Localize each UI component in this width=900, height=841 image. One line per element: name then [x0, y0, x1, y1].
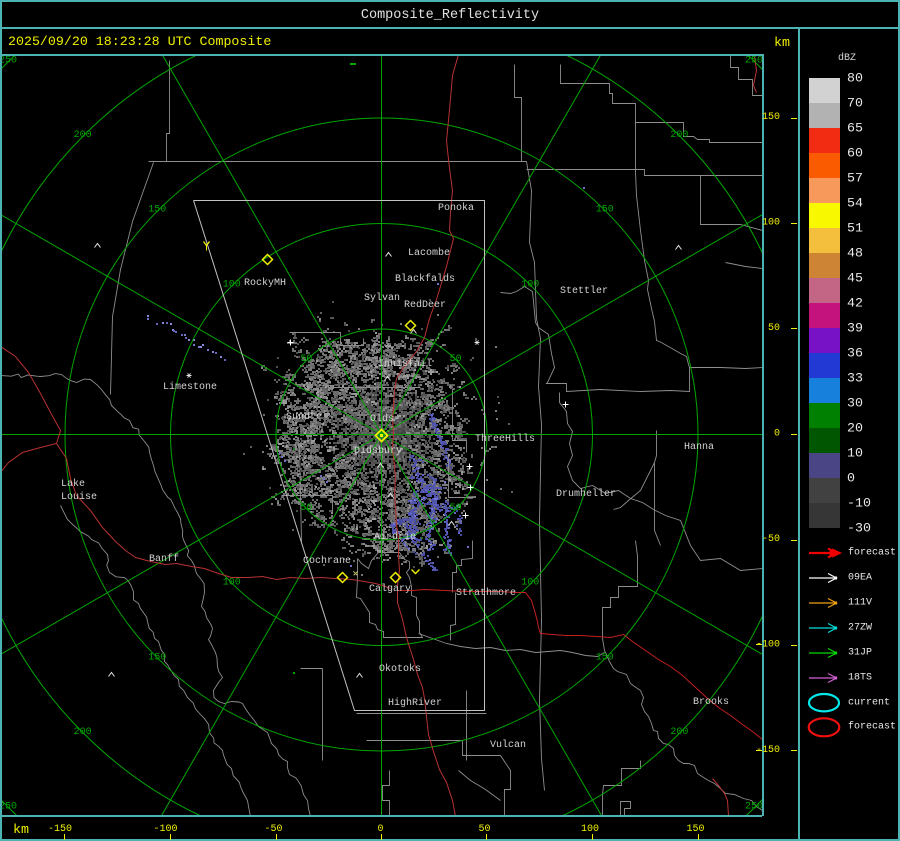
svg-text:54: 54 — [847, 196, 863, 211]
svg-text:100: 100 — [581, 824, 599, 835]
svg-text:km: km — [774, 35, 790, 50]
svg-text:-100: -100 — [756, 640, 780, 651]
svg-text:Olds: Olds — [370, 413, 394, 425]
svg-text:45: 45 — [847, 271, 863, 286]
svg-text:18TS: 18TS — [848, 673, 872, 684]
svg-text:150: 150 — [148, 205, 166, 216]
svg-text:Calgary: Calgary — [369, 583, 411, 595]
svg-text:Blackfalds: Blackfalds — [395, 273, 455, 285]
svg-text:2025/09/20 18:23:28 UTC Compos: 2025/09/20 18:23:28 UTC Composite — [8, 34, 271, 49]
svg-text:111V: 111V — [848, 598, 872, 609]
svg-text:51: 51 — [847, 221, 863, 236]
svg-text:250: 250 — [0, 56, 17, 67]
svg-text:31JP: 31JP — [848, 648, 872, 659]
svg-text:42: 42 — [847, 296, 863, 311]
svg-text:150: 150 — [596, 205, 614, 216]
svg-text:200: 200 — [74, 727, 92, 738]
svg-text:Airdrie: Airdrie — [374, 531, 416, 543]
svg-text:30: 30 — [847, 396, 863, 411]
svg-text:80: 80 — [847, 71, 863, 86]
svg-text:-50: -50 — [264, 824, 282, 835]
svg-text:Innisfail: Innisfail — [378, 358, 432, 370]
svg-text:150: 150 — [762, 112, 780, 123]
svg-text:Lacombe: Lacombe — [408, 247, 450, 259]
svg-text:Cochrane: Cochrane — [303, 555, 351, 567]
svg-text:Sylvan: Sylvan — [364, 292, 400, 304]
svg-text:-150: -150 — [48, 824, 72, 835]
svg-text:10: 10 — [847, 446, 863, 461]
svg-text:50: 50 — [478, 824, 490, 835]
svg-text:150: 150 — [686, 824, 704, 835]
svg-text:Didsbury: Didsbury — [354, 445, 402, 457]
svg-text:50: 50 — [300, 503, 312, 514]
svg-text:150: 150 — [148, 652, 166, 663]
svg-text:-100: -100 — [153, 824, 177, 835]
svg-text:Sundre: Sundre — [286, 411, 322, 423]
svg-text:250: 250 — [745, 801, 763, 812]
svg-text:100: 100 — [521, 279, 539, 290]
svg-text:Limestone: Limestone — [163, 381, 217, 393]
svg-text:150: 150 — [596, 652, 614, 663]
svg-text:Stettler: Stettler — [560, 285, 608, 297]
svg-text:39: 39 — [847, 321, 863, 336]
svg-text:-30: -30 — [847, 521, 871, 536]
svg-text:dBZ: dBZ — [838, 52, 856, 64]
svg-text:50: 50 — [450, 354, 462, 365]
svg-text:HighRiver: HighRiver — [388, 697, 442, 709]
svg-text:100: 100 — [223, 578, 241, 589]
svg-text:100: 100 — [223, 279, 241, 290]
svg-text:km: km — [13, 822, 29, 837]
svg-text:0: 0 — [847, 471, 855, 486]
svg-text:RedDeer: RedDeer — [404, 299, 446, 311]
svg-text:RockyMH: RockyMH — [244, 277, 286, 289]
svg-text:48: 48 — [847, 246, 863, 261]
svg-text:Louise: Louise — [61, 491, 97, 503]
svg-text:Vulcan: Vulcan — [490, 739, 526, 751]
svg-text:50: 50 — [768, 323, 780, 334]
svg-text:Composite_Reflectivity: Composite_Reflectivity — [361, 8, 539, 23]
svg-text:current: current — [848, 698, 890, 709]
svg-text:Drumheller: Drumheller — [556, 488, 616, 500]
svg-text:100: 100 — [521, 578, 539, 589]
svg-text:-50: -50 — [762, 534, 780, 545]
svg-text:Okotoks: Okotoks — [379, 663, 421, 675]
svg-text:250: 250 — [745, 56, 763, 67]
svg-text:Strathmore: Strathmore — [456, 587, 516, 599]
svg-text:100: 100 — [762, 218, 780, 229]
svg-text:Ponoka: Ponoka — [438, 202, 474, 214]
svg-text:-150: -150 — [756, 745, 780, 756]
svg-text:33: 33 — [847, 371, 863, 386]
svg-text:65: 65 — [847, 121, 863, 136]
svg-text:250: 250 — [0, 801, 17, 812]
svg-text:200: 200 — [74, 130, 92, 141]
svg-text:forecast: forecast — [848, 547, 896, 559]
svg-text:50: 50 — [450, 503, 462, 514]
svg-text:27ZW: 27ZW — [848, 623, 872, 634]
svg-text:Lake: Lake — [61, 478, 85, 490]
svg-text:70: 70 — [847, 96, 863, 111]
svg-text:36: 36 — [847, 346, 863, 361]
svg-text:20: 20 — [847, 421, 863, 436]
svg-text:Hanna: Hanna — [684, 442, 714, 453]
svg-text:Brooks: Brooks — [693, 696, 729, 708]
svg-text:200: 200 — [670, 130, 688, 141]
svg-text:ThreeHills: ThreeHills — [475, 433, 535, 445]
svg-text:forecast: forecast — [848, 721, 896, 733]
svg-text:0: 0 — [377, 824, 383, 835]
svg-text:09EA: 09EA — [848, 573, 872, 584]
svg-text:Banff: Banff — [149, 553, 179, 565]
svg-text:60: 60 — [847, 146, 863, 161]
svg-text:50: 50 — [300, 354, 312, 365]
svg-text:0: 0 — [774, 429, 780, 440]
svg-text:57: 57 — [847, 171, 863, 186]
svg-text:200: 200 — [670, 727, 688, 738]
svg-text:-10: -10 — [847, 496, 871, 511]
